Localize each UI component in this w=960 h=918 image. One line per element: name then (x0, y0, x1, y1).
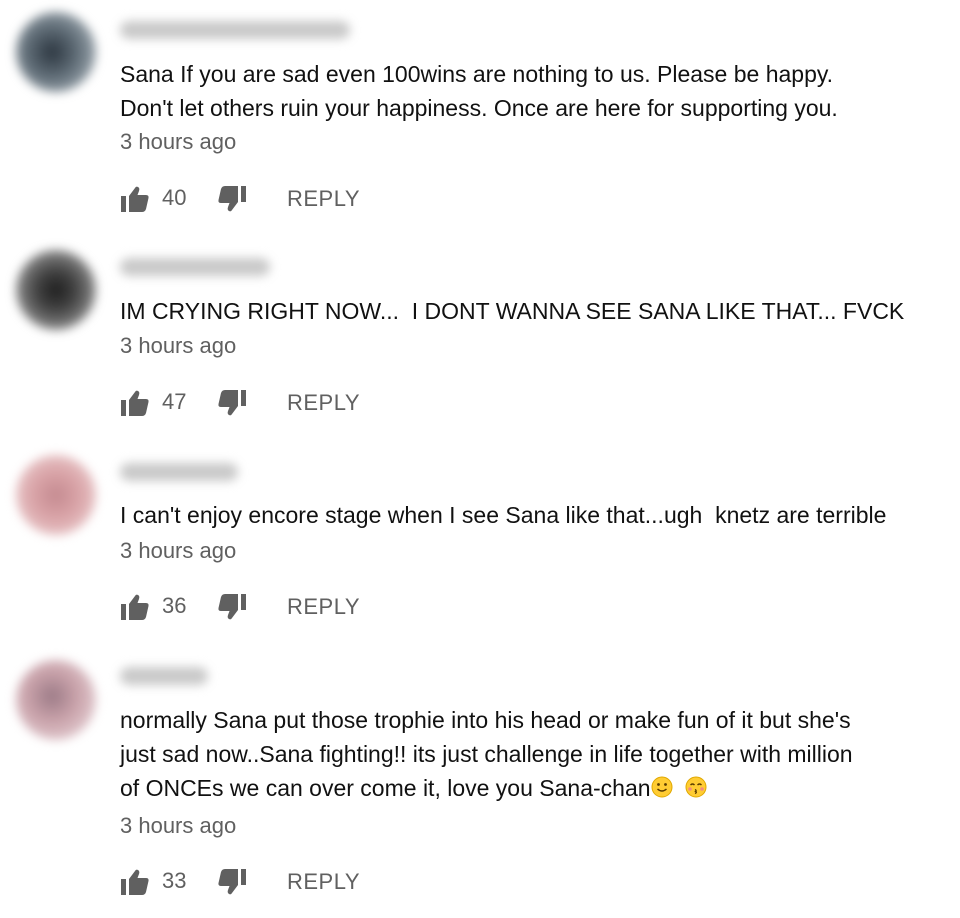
comment-timestamp[interactable]: 3 hours ago (120, 128, 236, 156)
like-count: 47 (162, 389, 187, 414)
like-button[interactable] (120, 185, 150, 213)
like-button[interactable] (120, 593, 150, 621)
like-count: 33 (162, 868, 187, 893)
comment-text: IM CRYING RIGHT NOW... I DONT WANNA SEE … (120, 298, 905, 324)
thumbs-down-icon (218, 186, 246, 212)
thumbs-down-icon (218, 594, 246, 620)
reply-button[interactable]: REPLY (287, 866, 360, 898)
comment-actions: 33 REPLY (120, 866, 380, 898)
author-name[interactable] (120, 463, 238, 481)
thumbs-up-icon (121, 186, 149, 212)
reply-button[interactable]: REPLY (287, 387, 360, 419)
dislike-button[interactable] (217, 185, 247, 213)
comment-text-body: normally Sana put those trophie into his… (120, 707, 853, 801)
comment-timestamp[interactable]: 3 hours ago (120, 812, 236, 840)
dislike-button[interactable] (217, 389, 247, 417)
avatar[interactable] (16, 455, 96, 535)
comment-text: I can't enjoy encore stage when I see Sa… (120, 502, 887, 528)
dislike-button[interactable] (217, 593, 247, 621)
comment-timestamp[interactable]: 3 hours ago (120, 537, 236, 565)
comment-actions: 40 REPLY (120, 183, 380, 215)
author-name[interactable] (120, 258, 270, 276)
like-count: 36 (162, 593, 187, 618)
author-name[interactable] (120, 21, 350, 39)
thumbs-up-icon (121, 390, 149, 416)
like-count: 40 (162, 185, 187, 210)
thumbs-down-icon (218, 390, 246, 416)
like-button[interactable] (120, 389, 150, 417)
comment-actions: 47 REPLY (120, 387, 380, 419)
comment-actions: 36 REPLY (120, 591, 380, 623)
comment-text: normally Sana put those trophie into his… (120, 703, 950, 805)
avatar[interactable] (16, 660, 96, 740)
thumbs-up-icon (121, 594, 149, 620)
emoji-gap (673, 775, 686, 801)
reply-button[interactable]: REPLY (287, 183, 360, 215)
comment-text: Sana If you are sad even 100wins are not… (120, 61, 838, 121)
slightly-smiling-face-icon (651, 776, 673, 798)
avatar[interactable] (16, 12, 96, 92)
kissing-face-closed-eyes-icon (685, 776, 707, 798)
thumbs-up-icon (121, 869, 149, 895)
thumbs-down-icon (218, 869, 246, 895)
like-button[interactable] (120, 868, 150, 896)
dislike-button[interactable] (217, 868, 247, 896)
avatar[interactable] (16, 250, 96, 330)
author-name[interactable] (120, 667, 208, 685)
comment-timestamp[interactable]: 3 hours ago (120, 332, 236, 360)
reply-button[interactable]: REPLY (287, 591, 360, 623)
